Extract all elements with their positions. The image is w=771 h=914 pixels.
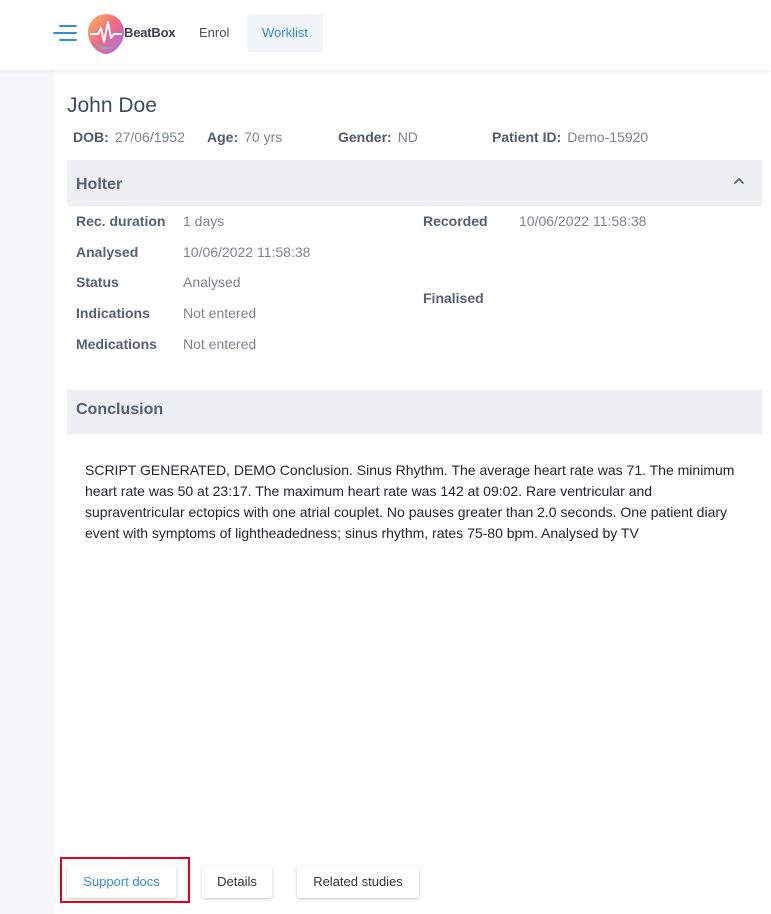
nav-tab-enrol[interactable]: Enrol	[184, 14, 244, 52]
rec-duration-label: Rec. duration	[76, 213, 166, 229]
related-studies-button[interactable]: Related studies	[297, 866, 419, 898]
recorded-label: Recorded	[423, 213, 488, 229]
top-bar: BeatBox Enrol Worklist	[0, 0, 771, 70]
indications-label: Indications	[76, 305, 150, 321]
holter-section-header[interactable]: Holter	[67, 160, 762, 206]
beatbox-logo-icon	[88, 14, 124, 54]
recorded-value: 10/06/2022 11:58:38	[519, 213, 647, 229]
hamburger-menu-icon[interactable]	[53, 22, 79, 44]
conclusion-title: Conclusion	[76, 401, 164, 418]
study-detail-card: John Doe DOB: 27/06/1952 Age: 70 yrs Gende…	[54, 70, 771, 914]
details-button[interactable]: Details	[202, 866, 272, 898]
indications-value: Not entered	[183, 305, 257, 321]
patient-dob: DOB: 27/06/1952	[73, 129, 185, 145]
status-label: Status	[76, 274, 119, 290]
patient-id: Patient ID: Demo-15920	[492, 129, 649, 145]
finalised-label: Finalised	[423, 290, 484, 306]
conclusion-text: SCRIPT GENERATED, DEMO Conclusion. Sinus…	[85, 462, 735, 541]
highlight-box	[60, 857, 190, 903]
status-value: Analysed	[183, 274, 241, 290]
medications-label: Medications	[76, 336, 157, 352]
conclusion-section-header: Conclusion	[67, 390, 762, 434]
nav-tab-worklist[interactable]: Worklist	[247, 14, 323, 52]
rec-duration-value: 1 days	[183, 213, 225, 229]
patient-age: Age: 70 yrs	[207, 129, 283, 145]
analysed-value: 10/06/2022 11:58:38	[183, 244, 311, 260]
medications-value: Not entered	[183, 336, 257, 352]
holter-title: Holter	[76, 176, 123, 193]
chevron-up-icon[interactable]	[732, 174, 746, 188]
patient-name: John Doe	[67, 94, 157, 117]
analysed-label: Analysed	[76, 244, 139, 260]
brand-name: BeatBox	[124, 25, 176, 40]
patient-gender: Gender: ND	[338, 129, 418, 145]
